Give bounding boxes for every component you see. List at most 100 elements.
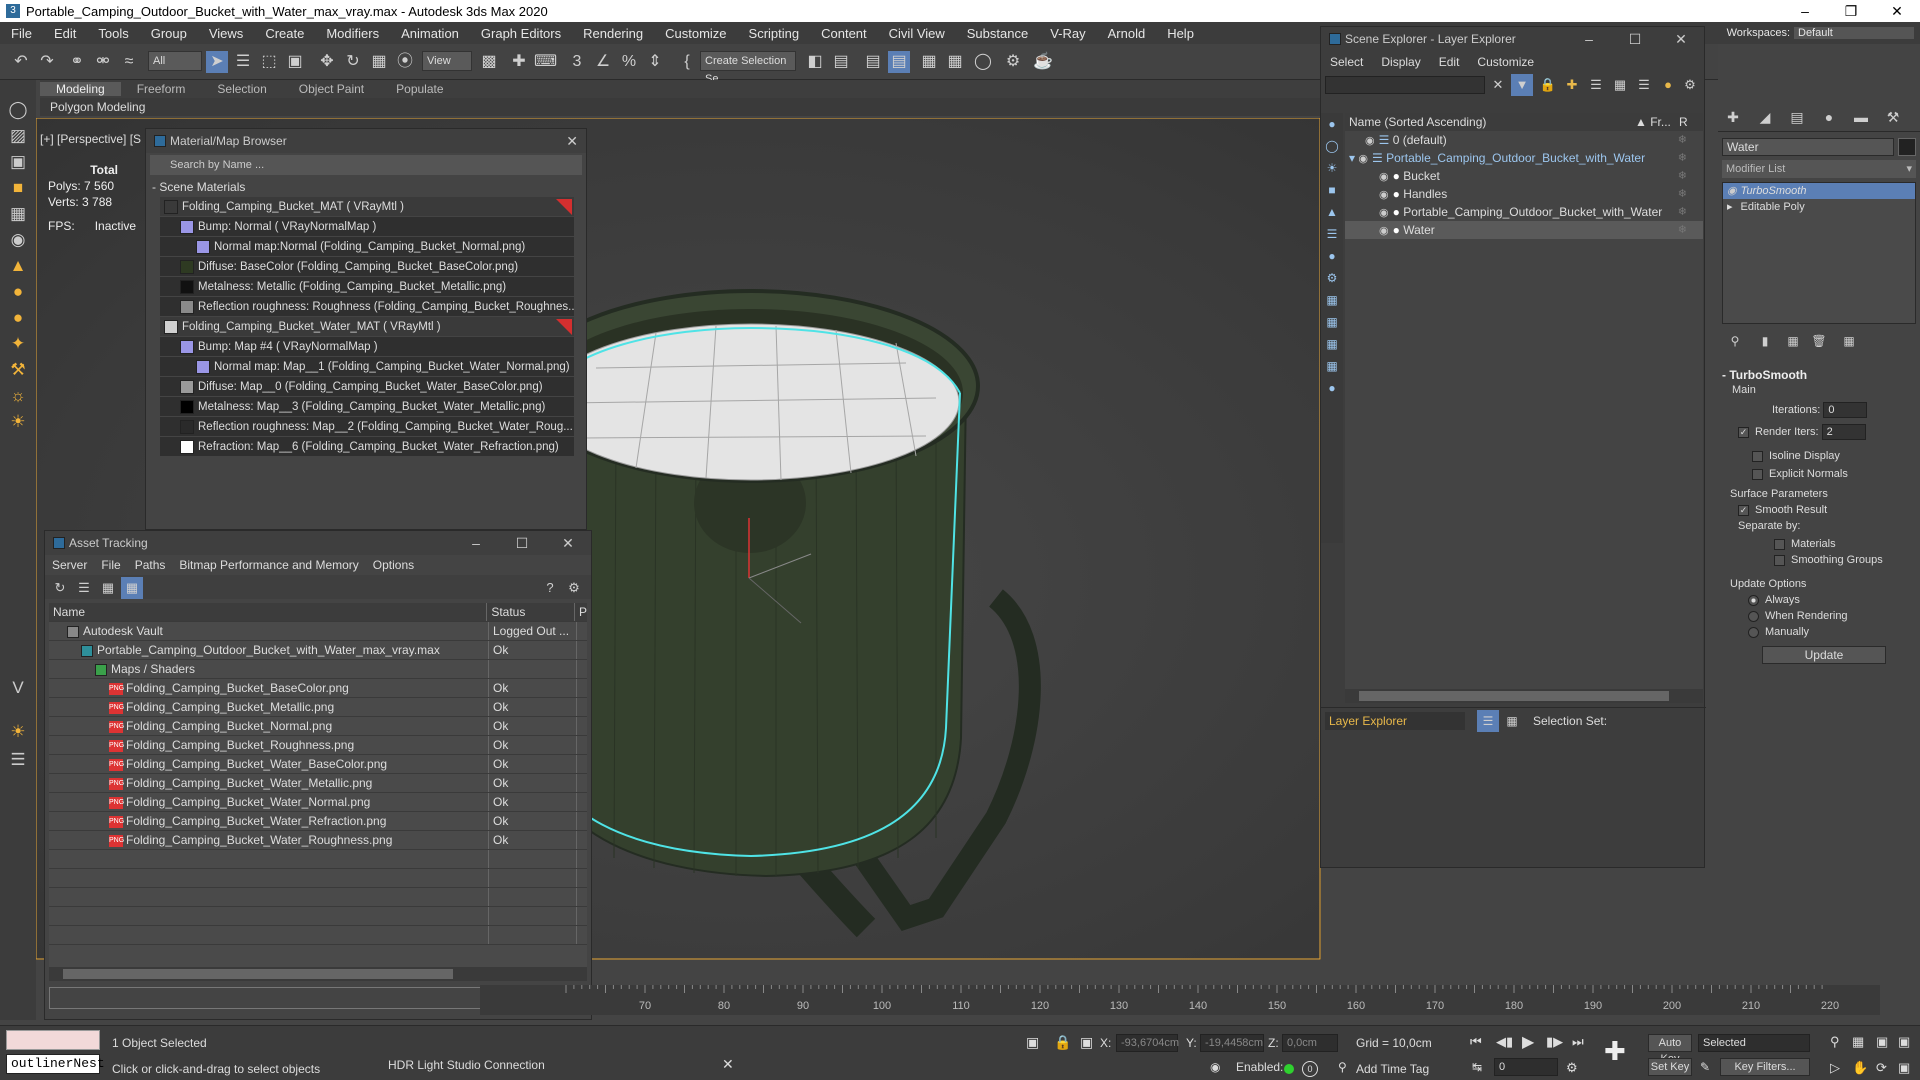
maxscript-mini-listener[interactable] <box>6 1030 100 1050</box>
scene-item[interactable]: ◉ ● Handles ❄ <box>1345 185 1703 203</box>
menu-views[interactable]: Views <box>198 26 254 41</box>
ribbon-tab-populate[interactable]: Populate <box>380 82 459 96</box>
lock-icon[interactable]: 🔒 <box>1537 74 1559 96</box>
ref-coord-dropdown[interactable]: View <box>422 51 472 71</box>
material-item[interactable]: Diffuse: BaseColor (Folding_Camping_Buck… <box>160 257 574 277</box>
key-filters-button[interactable]: Key Filters... <box>1720 1058 1810 1076</box>
hierarchy-icon[interactable]: ▦ <box>1609 74 1631 96</box>
fov-icon[interactable]: ▷ <box>1830 1060 1840 1076</box>
orbit-icon[interactable]: ◯ <box>6 98 30 122</box>
spinner-snap-icon[interactable]: ⇕ <box>644 51 666 73</box>
unlink-icon[interactable]: ⚮ <box>92 51 114 73</box>
maximize-button[interactable]: ❐ <box>1828 3 1874 20</box>
workspace-dropdown[interactable]: Default <box>1794 27 1914 39</box>
menu-file[interactable]: File <box>0 26 43 41</box>
asset-row[interactable]: PNG Folding_Camping_Bucket_Water_Normal.p… <box>49 793 587 812</box>
close-icon[interactable]: ✕ <box>722 1056 734 1073</box>
eye-icon[interactable]: ◉ <box>1365 132 1375 150</box>
material-item[interactable]: Folding_Camping_Bucket_MAT ( VRayMtl ) <box>160 197 574 217</box>
asset-menu-options[interactable]: Options <box>366 558 421 572</box>
material-browser-titlebar[interactable]: Material/Map Browser ✕ <box>146 129 586 153</box>
render-iters-spinner[interactable]: 2 <box>1821 424 1866 440</box>
y-coord-field[interactable]: -19,4458cm <box>1200 1034 1264 1052</box>
eye-icon[interactable]: ◉ <box>1379 168 1389 186</box>
select-by-name-icon[interactable]: ☰ <box>232 51 254 73</box>
options-icon[interactable]: ⚙ <box>1679 74 1701 96</box>
snaps-toggle-icon[interactable]: 3 <box>566 51 588 73</box>
align-icon[interactable]: ▤ <box>830 51 852 73</box>
menu-tools[interactable]: Tools <box>87 26 139 41</box>
hierarchy-tab-icon[interactable]: ▤ <box>1786 106 1808 128</box>
asset-row[interactable]: PNG Folding_Camping_Bucket_Metallic.png Ok <box>49 698 587 717</box>
time-config-icon[interactable]: 0 <box>1302 1061 1318 1077</box>
menu-help[interactable]: Help <box>1156 26 1205 41</box>
menu-scripting[interactable]: Scripting <box>738 26 811 41</box>
ribbon-tab-selection[interactable]: Selection <box>201 82 282 96</box>
asset-tracking-titlebar[interactable]: Asset Tracking – ☐ ✕ <box>45 531 591 555</box>
keyboard-shortcut-icon[interactable]: ⌨ <box>534 51 557 73</box>
when-rendering-radio[interactable] <box>1748 610 1759 622</box>
ribbon-tab-modeling[interactable]: Modeling <box>40 82 121 96</box>
asset-row[interactable]: PNG Folding_Camping_Bucket_Water_Roughnes… <box>49 831 587 850</box>
asset-row[interactable]: PNG Folding_Camping_Bucket_Water_Refracti… <box>49 812 587 831</box>
render-icon[interactable]: ☕ <box>1032 51 1054 73</box>
set-key-button[interactable]: Set Key <box>1648 1058 1692 1076</box>
always-radio[interactable] <box>1748 594 1759 606</box>
prev-frame-icon[interactable]: ◀▮ <box>1496 1034 1513 1050</box>
maximize-viewport-icon[interactable]: ▣ <box>1898 1060 1910 1076</box>
asset-row[interactable]: PNG Folding_Camping_Bucket_Water_Metallic… <box>49 774 587 793</box>
angle-snap-icon[interactable]: ∠ <box>592 51 614 73</box>
detail-view-icon[interactable]: ▦ <box>97 577 119 599</box>
col-p-header[interactable]: P <box>575 603 587 621</box>
configure-sets-icon[interactable]: ▦ <box>1838 330 1860 352</box>
modifier-list-dropdown[interactable]: Modifier List ▾ <box>1722 160 1916 178</box>
menu-substance[interactable]: Substance <box>956 26 1039 41</box>
lights-icon[interactable]: ◉ <box>6 228 30 252</box>
layer-toggle-icon[interactable]: ☰ <box>1477 709 1499 732</box>
eye-icon[interactable]: ◉ <box>1379 204 1389 222</box>
minimize-button[interactable]: – <box>1566 31 1612 48</box>
asset-row[interactable]: PNG Folding_Camping_Bucket_Normal.png Ok <box>49 717 587 736</box>
move-icon[interactable]: ✥ <box>316 51 338 73</box>
orbit-icon[interactable]: ⟳ <box>1876 1060 1887 1076</box>
menu-modifiers[interactable]: Modifiers <box>315 26 390 41</box>
remove-modifier-icon[interactable]: 🗑 <box>1808 330 1830 352</box>
mirror-icon[interactable]: ◧ <box>804 51 826 73</box>
freeze-icon[interactable]: ❄ <box>1678 149 1687 167</box>
select-object-icon[interactable]: ➤ <box>206 51 228 73</box>
object-color-swatch[interactable] <box>1898 138 1916 156</box>
menu-customize[interactable]: Customize <box>654 26 737 41</box>
pin-stack-icon[interactable]: ⚲ <box>1724 330 1746 352</box>
asset-row[interactable]: PNG Folding_Camping_Bucket_Water_BaseColo… <box>49 755 587 774</box>
material-editor-icon[interactable]: ◯ <box>972 51 994 73</box>
schematic-view-icon[interactable]: ▦ <box>944 51 966 73</box>
undo-icon[interactable]: ↶ <box>10 51 32 73</box>
link-icon[interactable]: ⚭ <box>66 51 88 73</box>
explorer-menu-customize[interactable]: Customize <box>1468 55 1543 69</box>
explorer-menu-display[interactable]: Display <box>1372 55 1429 69</box>
material-item[interactable]: Bump: Map #4 ( VRayNormalMap ) <box>160 337 574 357</box>
col-freeze[interactable]: ▲ Fr... <box>1635 113 1679 131</box>
col-name-sorted[interactable]: Name (Sorted Ascending) <box>1345 113 1635 131</box>
polygon-modeling-label[interactable]: Polygon Modeling <box>50 100 145 114</box>
eye-icon[interactable]: ◉ <box>1358 150 1368 168</box>
pivot-icon[interactable]: ▩ <box>478 51 500 73</box>
scale-icon[interactable]: ▦ <box>368 51 390 73</box>
material-item[interactable]: Bump: Normal ( VRayNormalMap ) <box>160 217 574 237</box>
close-button[interactable]: ✕ <box>1658 31 1704 48</box>
teapot-icon[interactable]: ● <box>6 280 30 304</box>
next-frame-icon[interactable]: ▮▶ <box>1546 1034 1563 1050</box>
ribbon-toggle-icon[interactable]: ▤ <box>888 51 910 73</box>
help-icon[interactable]: ? <box>539 577 561 599</box>
percent-snap-icon[interactable]: % <box>618 51 640 73</box>
ribbon-tab-freeform[interactable]: Freeform <box>121 82 202 96</box>
zoom-extents-icon[interactable]: ▣ <box>1876 1034 1888 1050</box>
x-coord-field[interactable]: -93,6704cm <box>1116 1034 1179 1052</box>
layer-explorer-icon[interactable]: ▤ <box>862 51 884 73</box>
select-manipulate-icon[interactable]: ✚ <box>508 51 530 73</box>
z-coord-field[interactable]: 0,0cm <box>1282 1034 1338 1052</box>
asset-menu-server[interactable]: Server <box>45 558 94 572</box>
close-icon[interactable]: ✕ <box>566 133 578 150</box>
menu-civil-view[interactable]: Civil View <box>878 26 956 41</box>
close-button[interactable]: ✕ <box>1874 3 1920 20</box>
